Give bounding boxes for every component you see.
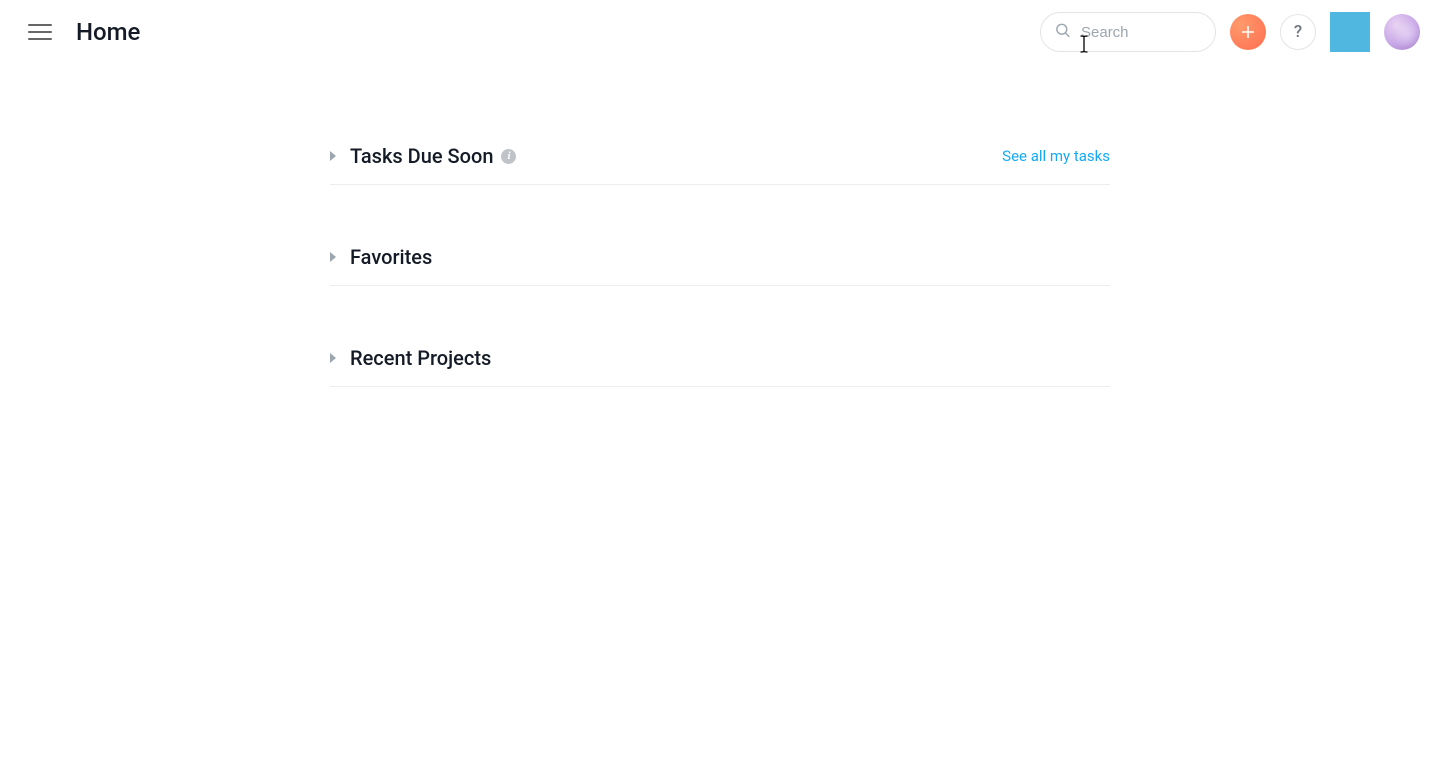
home-content: Tasks Due Soon i See all my tasks Favori… xyxy=(330,144,1110,387)
caret-right-icon[interactable] xyxy=(330,353,336,363)
search-field-wrapper xyxy=(1040,12,1216,52)
section-favorites: Favorites xyxy=(330,245,1110,286)
section-title-recent: Recent Projects xyxy=(350,346,491,370)
section-tasks-due-soon: Tasks Due Soon i See all my tasks xyxy=(330,144,1110,185)
page-title: Home xyxy=(76,18,140,46)
user-avatar[interactable] xyxy=(1384,14,1420,50)
section-title-favorites: Favorites xyxy=(350,245,432,269)
see-all-tasks-link[interactable]: See all my tasks xyxy=(1002,147,1110,165)
search-input[interactable] xyxy=(1040,12,1216,52)
help-button[interactable]: ? xyxy=(1280,14,1316,50)
caret-right-icon[interactable] xyxy=(330,151,336,161)
menu-toggle-button[interactable] xyxy=(28,20,52,44)
caret-right-icon[interactable] xyxy=(330,252,336,262)
workspace-avatar[interactable] xyxy=(1330,12,1370,52)
section-title-tasks: Tasks Due Soon xyxy=(350,144,493,168)
info-icon[interactable]: i xyxy=(501,149,516,164)
top-bar: Home ? xyxy=(0,0,1440,64)
question-mark-icon: ? xyxy=(1294,22,1302,42)
create-button[interactable] xyxy=(1230,14,1266,50)
section-recent-projects: Recent Projects xyxy=(330,346,1110,387)
